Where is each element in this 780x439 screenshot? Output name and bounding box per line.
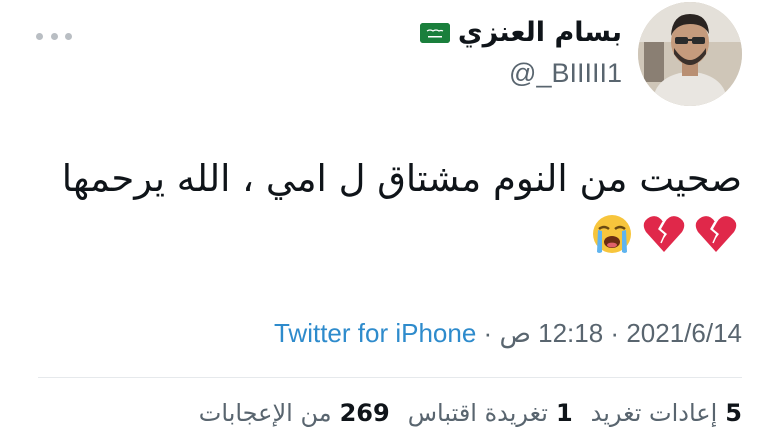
loudly-crying-face-icon bbox=[593, 215, 631, 253]
retweets-count: 5 bbox=[725, 399, 742, 427]
meta-separator: · bbox=[610, 318, 620, 348]
tweet-text: صحيت من النوم مشتاق ل امي ، الله يرحمها bbox=[61, 157, 742, 200]
user-handle[interactable]: @_BIIIII1 bbox=[420, 56, 622, 90]
likes-stat[interactable]: 269من الإعجابات bbox=[199, 395, 390, 431]
avatar[interactable] bbox=[638, 2, 742, 106]
author-info: بسام العنزي @_BIIIII1 bbox=[419, 16, 622, 90]
quotes-label: تغريدة اقتباس bbox=[407, 399, 548, 427]
tweet-card: بسام العنزي @_BIIIII1 صحيت من النوم مشتا… bbox=[0, 0, 780, 439]
more-dot-icon bbox=[50, 32, 58, 40]
tweet-metadata: 2021/6/14 · 12:18 ص · Twitter for iPhone bbox=[274, 314, 742, 352]
more-dot-icon bbox=[65, 32, 72, 40]
tweet-time[interactable]: 12:18 ص bbox=[499, 318, 603, 348]
likes-label: من الإعجابات bbox=[198, 399, 332, 427]
broken-heart-icon bbox=[643, 216, 685, 252]
divider bbox=[38, 377, 742, 378]
likes-count: 269 bbox=[339, 399, 390, 427]
tweet-source-link[interactable]: Twitter for iPhone bbox=[274, 318, 476, 348]
more-options-button[interactable] bbox=[36, 26, 72, 46]
display-name-row: بسام العنزي bbox=[419, 16, 622, 50]
broken-heart-icon bbox=[695, 216, 737, 252]
quotes-stat[interactable]: 1تغريدة اقتباس bbox=[408, 395, 573, 431]
tweet-emojis bbox=[590, 212, 738, 256]
retweets-stat[interactable]: 5إعادات تغريد bbox=[591, 395, 742, 431]
saudi-flag-icon bbox=[419, 23, 450, 43]
tweet-stats: 5إعادات تغريد 1تغريدة اقتباس 269من الإعج… bbox=[199, 395, 742, 431]
retweets-label: إعادات تغريد bbox=[590, 399, 718, 427]
display-name[interactable]: بسام العنزي bbox=[458, 16, 622, 50]
quotes-count: 1 bbox=[555, 399, 573, 427]
avatar-photo bbox=[638, 2, 742, 106]
more-dot-icon bbox=[36, 32, 43, 40]
tweet-date[interactable]: 2021/6/14 bbox=[626, 318, 742, 348]
meta-separator: · bbox=[483, 318, 493, 348]
